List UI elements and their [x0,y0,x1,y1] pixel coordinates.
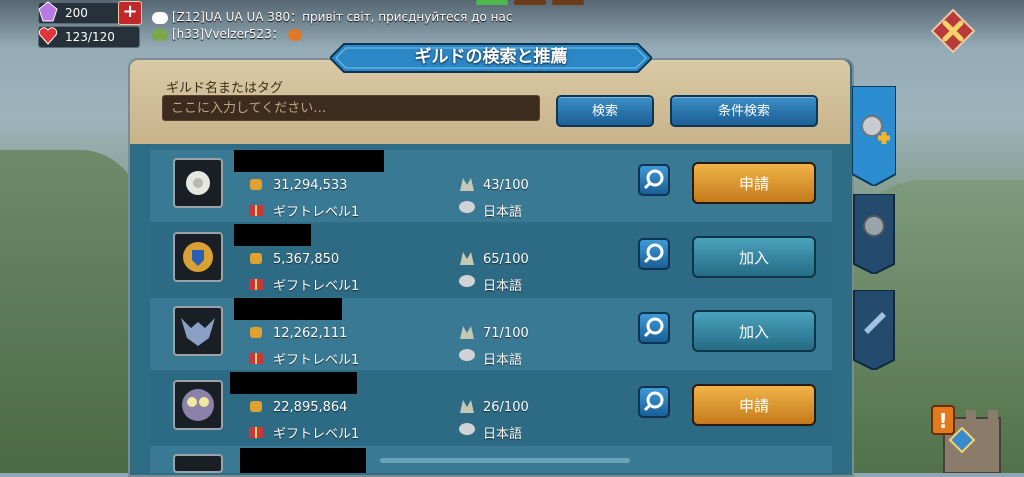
heart-icon [38,27,58,45]
gift-icon [249,427,263,438]
guild-row[interactable]: 22,895,864 ギフトレベル1 26/100 日本語 申請 [150,372,832,444]
page-title: ギルドの検索と推薦 [414,47,568,67]
gift-level: ギフトレベル1 [273,353,360,368]
members-icon [460,252,474,265]
close-icon[interactable] [930,8,976,54]
guild-row[interactable]: 12,262,111 ギフトレベル1 71/100 日本語 加入 [150,298,832,370]
advanced-search-button[interactable]: 条件検索 [670,95,818,127]
member-count: 43/100 [483,178,529,193]
guild-name-redacted [234,298,342,320]
guild-power: 22,895,864 [273,400,348,415]
guild-name-redacted [240,448,366,473]
fist-power-icon [250,179,262,190]
guild-emblem-icon [173,454,223,473]
member-count: 26/100 [483,400,529,415]
gem-count: 200 [65,6,88,20]
chat-bubble-icon [152,11,168,24]
stamina-count: 123/120 [65,30,115,44]
quill-tab-icon [853,289,895,372]
chat-message-1: [Z12]UA UA UA 380：привіт світ, приєднуйт… [172,10,513,24]
fist-power-icon [250,253,262,264]
fist-power-icon [250,401,262,412]
view-guild-button[interactable] [638,386,670,418]
recommend-tab-banner-icon [851,85,897,188]
magnifier-icon [643,391,664,412]
white-flower-emblem-icon [173,158,223,208]
owl-emblem-icon [173,380,223,430]
gift-level: ギフトレベル1 [273,427,360,442]
guild-language: 日本語 [483,353,523,368]
gold-shield-emblem-icon [173,232,223,282]
guild-language: 日本語 [483,205,523,220]
view-guild-button[interactable] [638,164,670,196]
guild-rank-tab-icon [853,193,895,276]
join-button[interactable]: 加入 [692,236,816,278]
speech-bubble-icon [459,423,475,435]
guild-power: 12,262,111 [273,326,348,341]
apply-button[interactable]: 申請 [692,162,816,204]
speech-bubble-icon [459,201,475,213]
chat-line-1[interactable]: [Z12]UA UA UA 380：привіт світ, приєднуйт… [152,8,512,25]
guild-power: 31,294,533 [273,178,348,193]
tab-guild-rank[interactable] [852,193,896,276]
join-button[interactable]: 加入 [692,310,816,352]
fist-power-icon [250,327,262,338]
chat-message-2: [h33]Vvelzer523： [172,27,284,41]
gift-icon [249,205,263,216]
tab-guild-mail[interactable] [852,289,896,372]
members-icon [460,178,474,191]
stamina-counter: 123/120 [38,26,140,48]
guild-language: 日本語 [483,427,523,442]
apply-button[interactable]: 申請 [692,384,816,426]
gem-icon [38,1,58,22]
guild-language: 日本語 [483,279,523,294]
castle-quest-icon[interactable]: ! [924,398,1004,473]
search-button[interactable]: 検索 [556,95,654,127]
members-icon [460,400,474,413]
view-guild-button[interactable] [638,238,670,270]
speech-bubble-icon [459,275,475,287]
frog-avatar-icon [152,28,168,41]
guild-row[interactable]: 31,294,533 ギフトレベル1 43/100 日本語 申請 [150,150,832,222]
magnifier-icon [643,317,664,338]
add-gems-button[interactable]: + [118,1,142,25]
guild-row[interactable]: 5,367,850 ギフトレベル1 65/100 日本語 加入 [150,224,832,296]
svg-text:!: ! [938,409,947,433]
chat-line-2[interactable]: [h33]Vvelzer523： [152,25,302,42]
gift-level: ギフトレベル1 [273,205,360,220]
search-label: ギルド名またはタグ [166,81,284,96]
member-count: 71/100 [483,326,529,341]
tab-recommend[interactable] [851,85,897,188]
background-hill-left [0,150,140,473]
top-tab-indicators [476,0,586,6]
magnifier-icon [643,169,664,190]
guild-name-redacted [230,372,357,394]
guild-name-redacted [234,224,311,246]
view-guild-button[interactable] [638,312,670,344]
gift-level: ギフトレベル1 [273,279,360,294]
gift-icon [249,353,263,364]
speech-bubble-icon [459,349,475,361]
magnifier-icon [643,243,664,264]
members-icon [460,326,474,339]
member-count: 65/100 [483,252,529,267]
list-scrollbar[interactable] [380,458,630,463]
guild-power: 5,367,850 [273,252,340,267]
guild-name-redacted [234,150,384,172]
search-input[interactable]: ここに入力してください… [162,95,540,121]
pumpkin-emoji-icon [287,28,302,41]
horned-skull-emblem-icon [173,306,223,356]
gift-icon [249,279,263,290]
